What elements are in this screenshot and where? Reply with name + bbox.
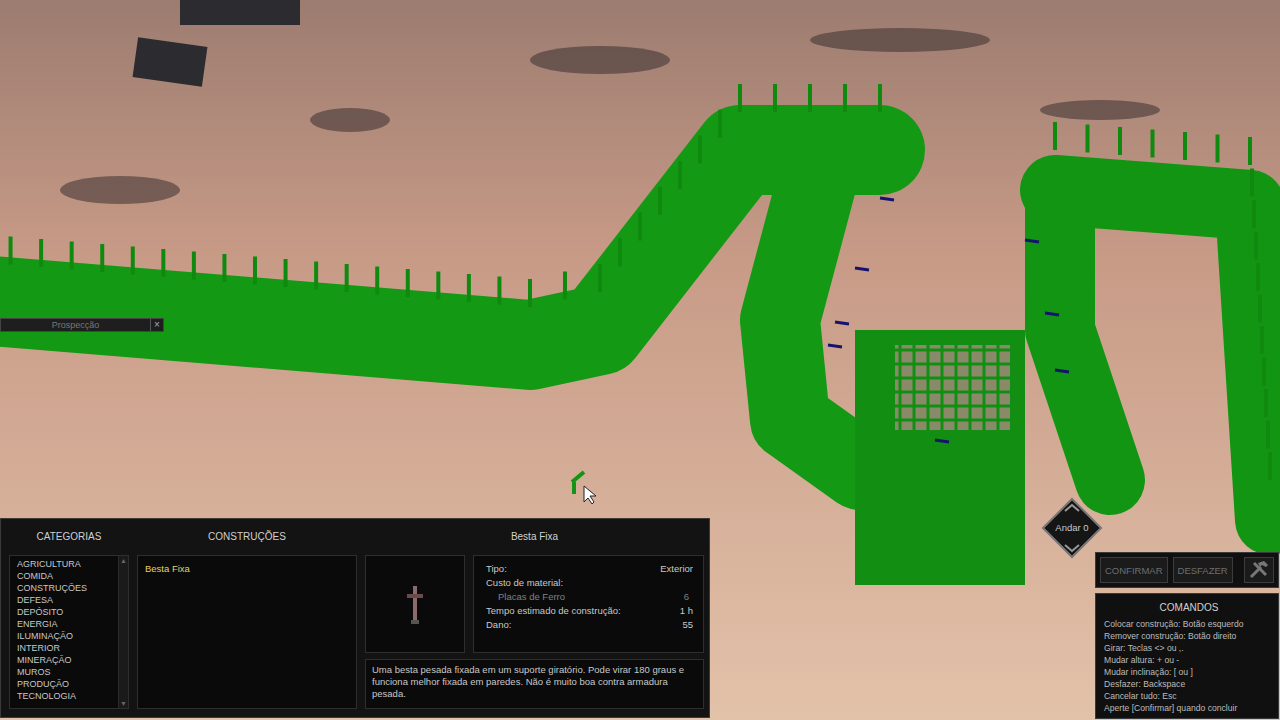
category-item[interactable]: COMIDA xyxy=(17,570,118,582)
cursor-icon xyxy=(572,472,596,504)
command-line: Cancelar tudo: Esc xyxy=(1104,690,1274,702)
info-value: 55 xyxy=(682,618,693,632)
close-button[interactable]: × xyxy=(150,319,163,331)
gate xyxy=(855,330,1025,585)
scroll-up-button[interactable]: ▲ xyxy=(119,556,128,565)
action-button[interactable]: CONFIRMAR xyxy=(1100,557,1168,583)
crossbow-icon xyxy=(403,582,427,626)
prospecting-label: Prospecção xyxy=(1,319,150,331)
scroll-down-button[interactable]: ▼ xyxy=(119,699,128,708)
prospecting-bar: Prospecção × xyxy=(0,318,164,332)
info-label: Custo de material: xyxy=(486,576,563,590)
up-arrow-icon xyxy=(1065,505,1079,511)
game-screen: Prospecção × CATEGORIAS CONSTRUÇÕES Best… xyxy=(0,0,1280,720)
floor-selector[interactable]: Andar 0 xyxy=(1041,497,1103,559)
detail-title: Besta Fixa xyxy=(365,523,704,549)
info-row: Placas de Ferro 6 xyxy=(486,590,693,604)
category-item[interactable]: ILUMINAÇÃO xyxy=(17,630,118,642)
category-item[interactable]: MINERAÇÃO xyxy=(17,654,118,666)
ruins xyxy=(133,0,300,87)
commands-title: COMANDOS xyxy=(1104,601,1274,615)
info-value: 6 xyxy=(684,590,689,604)
command-line: Mudar altura: + ou - xyxy=(1104,654,1274,666)
category-item[interactable]: INTERIOR xyxy=(17,642,118,654)
category-item[interactable]: ENERGIA xyxy=(17,618,118,630)
command-line: Girar: Teclas <> ou ,. xyxy=(1104,642,1274,654)
action-button[interactable]: DESFAZER xyxy=(1173,557,1233,583)
info-label: Tempo estimado de construção: xyxy=(486,604,621,618)
down-arrow-icon xyxy=(1065,545,1079,551)
category-item[interactable]: CONSTRUÇÕES xyxy=(17,582,118,594)
info-label: Placas de Ferro xyxy=(498,590,565,604)
info-label: Dano: xyxy=(486,618,511,632)
category-item[interactable]: TECNOLOGIA xyxy=(17,690,118,702)
category-item[interactable]: AGRICULTURA xyxy=(17,558,118,570)
commands-panel: COMANDOS Colocar construção: Botão esque… xyxy=(1095,593,1279,719)
category-item[interactable]: PRODUÇÃO xyxy=(17,678,118,690)
command-line: Aperte [Confirmar] quando concluir xyxy=(1104,702,1274,714)
info-row: Tipo: Exterior xyxy=(486,562,693,576)
info-value: Exterior xyxy=(660,562,693,576)
info-row: Custo de material: xyxy=(486,576,693,590)
command-line: Remover construção: Botão direito xyxy=(1104,630,1274,642)
categories-list: AGRICULTURACOMIDACONSTRUÇÕESDEFESADEPÓSI… xyxy=(9,555,129,709)
category-item[interactable]: DEFESA xyxy=(17,594,118,606)
info-row: Tempo estimado de construção: 1 h xyxy=(486,604,693,618)
info-row: Dano: 55 xyxy=(486,618,693,632)
floor-label: Andar 0 xyxy=(1041,521,1103,535)
action-bar: CONFIRMARDESFAZER xyxy=(1095,552,1279,588)
build-button[interactable] xyxy=(1244,557,1274,583)
constructions-list: Besta Fixa xyxy=(137,555,357,709)
info-label: Tipo: xyxy=(486,562,507,576)
build-panel: CATEGORIAS CONSTRUÇÕES Besta Fixa AGRICU… xyxy=(0,518,710,718)
info-box: Tipo: ExteriorCusto de material: Placas … xyxy=(473,555,704,653)
category-item[interactable]: DEPÓSITO xyxy=(17,606,118,618)
hammer-icon xyxy=(1248,559,1270,581)
construction-item[interactable]: Besta Fixa xyxy=(145,562,349,575)
preview-box xyxy=(365,555,465,653)
command-line: Colocar construção: Botão esquerdo xyxy=(1104,618,1274,630)
category-item[interactable]: MUROS xyxy=(17,666,118,678)
constructions-title: CONSTRUÇÕES xyxy=(137,523,357,549)
command-line: Desfazer: Backspace xyxy=(1104,678,1274,690)
command-line: Mudar inclinação: [ ou ] xyxy=(1104,666,1274,678)
scrollbar[interactable]: ▲ ▼ xyxy=(118,556,128,708)
categories-title: CATEGORIAS xyxy=(9,523,129,549)
description-box: Uma besta pesada fixada em um suporte gi… xyxy=(365,659,704,709)
info-value: 1 h xyxy=(680,604,693,618)
